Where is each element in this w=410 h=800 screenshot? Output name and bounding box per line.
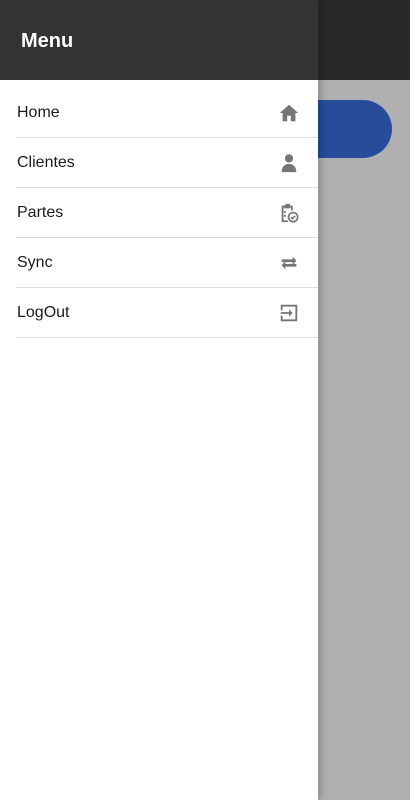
logout-icon bbox=[277, 301, 301, 325]
menu-item-home[interactable]: Home bbox=[16, 88, 318, 138]
menu-item-label: Partes bbox=[17, 203, 64, 221]
sync-arrows-icon bbox=[277, 251, 301, 275]
menu-item-partes[interactable]: Partes bbox=[16, 188, 318, 238]
menu-item-logout[interactable]: LogOut bbox=[16, 288, 318, 338]
drawer-title: Menu bbox=[21, 29, 74, 52]
menu-item-clientes[interactable]: Clientes bbox=[16, 138, 318, 188]
menu-item-label: Home bbox=[17, 103, 60, 121]
navigation-drawer: Menu Home Clientes Partes Sync LogOut bbox=[0, 0, 318, 800]
drawer-menu: Home Clientes Partes Sync LogOut bbox=[0, 88, 318, 338]
person-icon bbox=[277, 151, 301, 175]
menu-item-label: LogOut bbox=[17, 303, 70, 321]
drawer-header: Menu bbox=[0, 0, 318, 80]
clipboard-check-icon bbox=[277, 201, 301, 225]
menu-item-sync[interactable]: Sync bbox=[16, 238, 318, 288]
menu-item-label: Clientes bbox=[17, 153, 75, 171]
menu-item-label: Sync bbox=[17, 253, 53, 271]
home-icon bbox=[277, 101, 301, 125]
